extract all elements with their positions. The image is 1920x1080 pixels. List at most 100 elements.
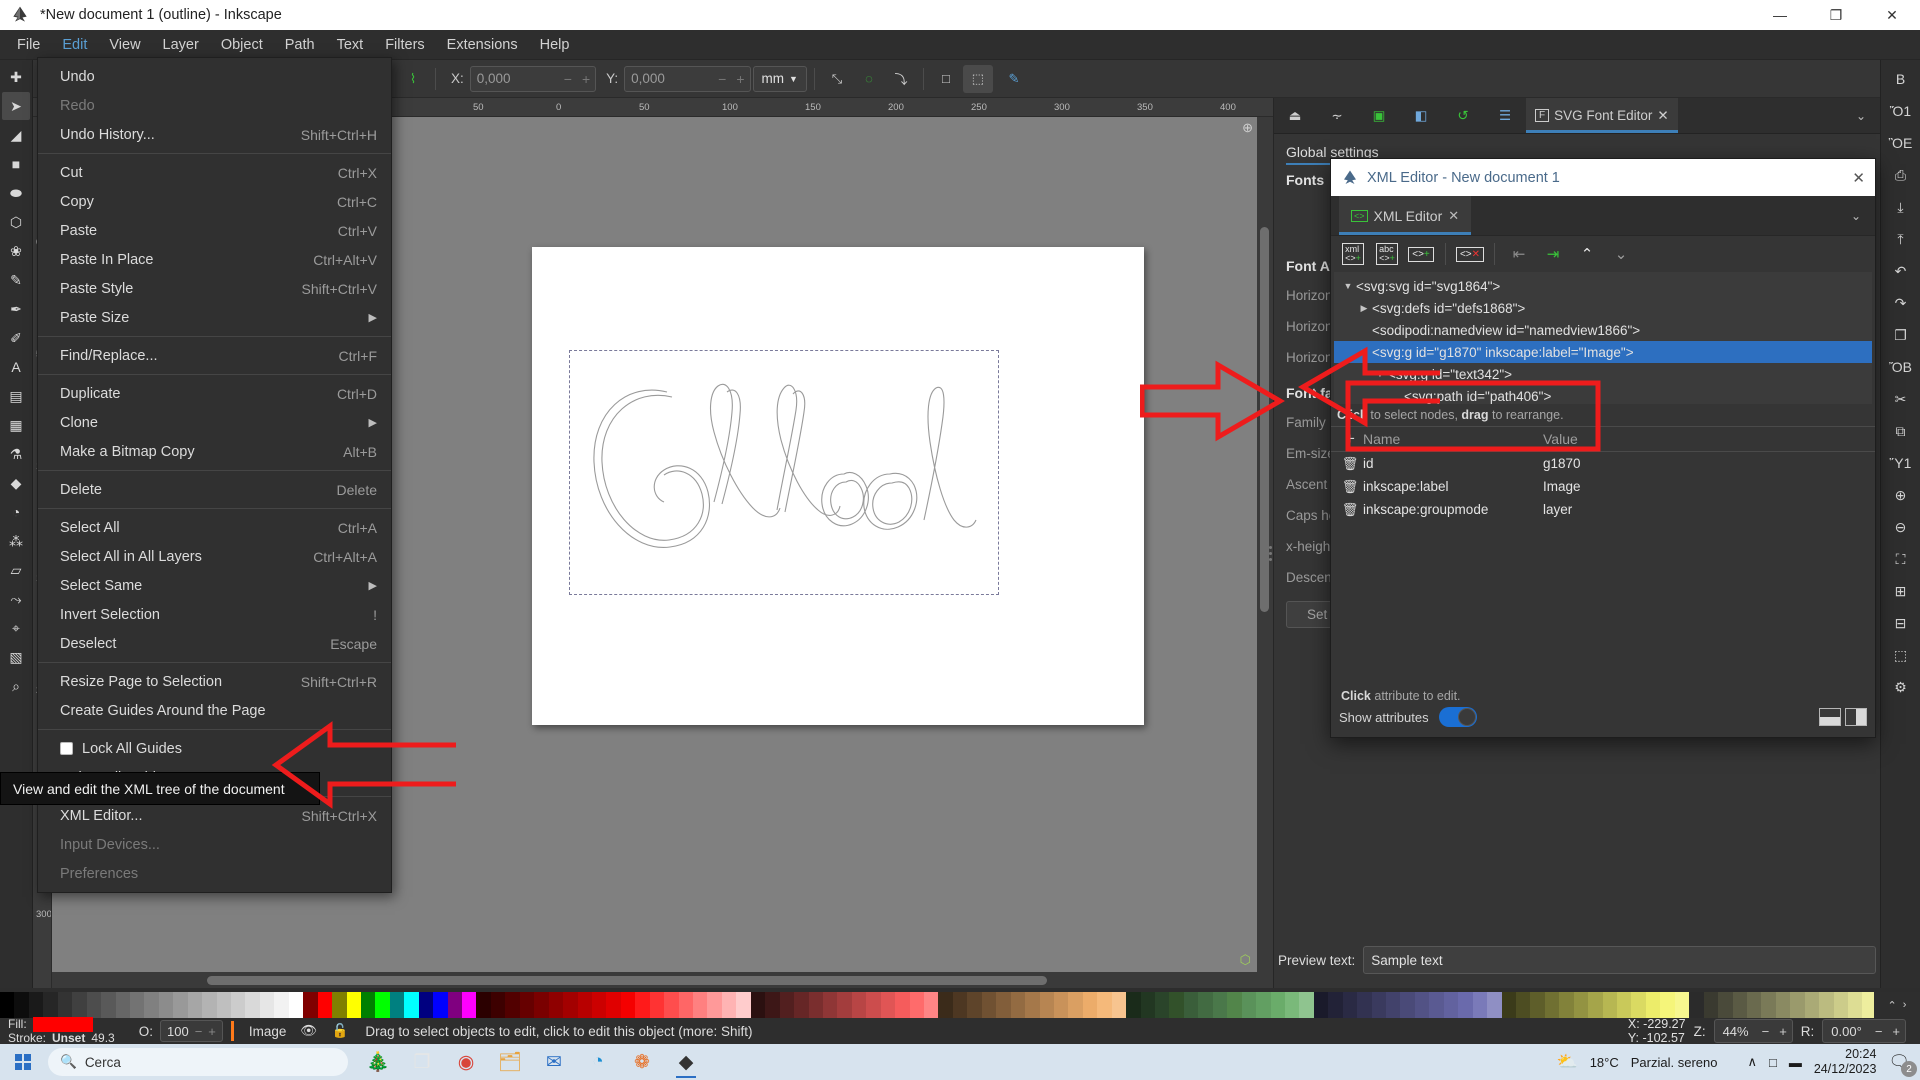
palette-swatch[interactable] xyxy=(1761,992,1775,1018)
palette-swatch[interactable] xyxy=(1429,992,1443,1018)
palette-swatch[interactable] xyxy=(1776,992,1790,1018)
tray-battery-icon[interactable]: ▬ xyxy=(1789,1055,1802,1070)
menu-item-paste-in-place[interactable]: Paste In Place Ctrl+Alt+V xyxy=(38,245,391,274)
menu-filters[interactable]: Filters xyxy=(374,33,435,57)
hello-artwork[interactable] xyxy=(572,352,997,592)
tool-rectangle[interactable]: ■ xyxy=(2,150,30,178)
attribute-row[interactable]: 🗑 inkscape:label Image xyxy=(1331,475,1875,498)
palette-swatch[interactable] xyxy=(1631,992,1645,1018)
xml-editor-dialog[interactable]: XML Editor - New document 1 ✕ <> XML Edi… xyxy=(1330,158,1876,738)
color-palette[interactable] xyxy=(0,992,1920,1018)
palette-swatch[interactable] xyxy=(1603,992,1617,1018)
tool-calligraphy[interactable]: ✐ xyxy=(2,324,30,352)
show-attributes-toggle[interactable] xyxy=(1439,707,1477,727)
tab-export[interactable]: ⏏ xyxy=(1274,98,1316,133)
tool-pencil[interactable]: ✎ xyxy=(2,266,30,294)
palette-swatch[interactable] xyxy=(433,992,447,1018)
menu-item-paste[interactable]: Paste Ctrl+V xyxy=(38,216,391,245)
palette-swatch[interactable] xyxy=(318,992,332,1018)
save-icon[interactable]: ὋE xyxy=(1886,128,1916,158)
palette-swatch[interactable] xyxy=(1169,992,1183,1018)
palette-swatch[interactable] xyxy=(29,992,43,1018)
open-folder-icon[interactable]: Ὄ1 xyxy=(1886,96,1916,126)
menu-item-input-devices[interactable]: Input Devices... xyxy=(38,830,391,859)
palette-swatch[interactable] xyxy=(635,992,649,1018)
close-icon[interactable]: ✕ xyxy=(1852,169,1865,187)
palette-swatch[interactable] xyxy=(1328,992,1342,1018)
tool-measure[interactable]: ⌖ xyxy=(2,614,30,642)
palette-swatch[interactable] xyxy=(1675,992,1689,1018)
menu-item-clone[interactable]: Clone ▶ xyxy=(38,408,391,437)
y-coordinate-spinner[interactable]: −+ xyxy=(624,66,750,92)
palette-swatch[interactable] xyxy=(1126,992,1140,1018)
zoom-out-icon[interactable]: ⊖ xyxy=(1886,512,1916,542)
menu-path[interactable]: Path xyxy=(274,33,326,57)
palette-swatch[interactable] xyxy=(1357,992,1371,1018)
taskbar-explorer-icon[interactable]: 🗂 xyxy=(490,1044,530,1080)
opacity-increment-icon[interactable]: + xyxy=(208,1024,216,1039)
tool-text[interactable]: A xyxy=(2,353,30,381)
ungroup-icon[interactable]: ⊟ xyxy=(1886,608,1916,638)
xml-tree-node[interactable]: <sodipodi:namedview id="namedview1866"> xyxy=(1334,319,1872,341)
palette-swatch[interactable] xyxy=(476,992,490,1018)
tool-selector[interactable]: ➤ xyxy=(2,92,30,120)
new-document-icon[interactable]: ὜B xyxy=(1886,64,1916,94)
menu-item-create-guides-around-the-page[interactable]: Create Guides Around the Page xyxy=(38,696,391,725)
zoom-out-icon[interactable]: − xyxy=(1757,1024,1775,1039)
zoom-page-icon[interactable]: ⛶ xyxy=(1886,544,1916,574)
palette-swatch[interactable] xyxy=(375,992,389,1018)
palette-swatch[interactable] xyxy=(1213,992,1227,1018)
zoom-value[interactable]: 44% xyxy=(1715,1024,1757,1039)
fill-swatch[interactable] xyxy=(33,1017,93,1032)
tool-3dbox[interactable]: ⬡ xyxy=(2,208,30,236)
taskbar-chrome-icon[interactable]: ◉ xyxy=(446,1044,486,1080)
palette-swatch[interactable] xyxy=(1704,992,1718,1018)
palette-swatch[interactable] xyxy=(1083,992,1097,1018)
copy-icon[interactable]: ❐ xyxy=(1886,320,1916,350)
canvas-horizontal-scrollbar[interactable] xyxy=(52,972,1257,988)
palette-swatch[interactable] xyxy=(910,992,924,1018)
tab-selectors[interactable]: ▣ xyxy=(1358,98,1400,133)
palette-swatch[interactable] xyxy=(419,992,433,1018)
tool-dropper[interactable]: ⚗ xyxy=(2,440,30,468)
menu-item-select-all[interactable]: Select All Ctrl+A xyxy=(38,513,391,542)
taskbar-clock[interactable]: 20:24 24/12/2023 xyxy=(1814,1047,1877,1077)
taskbar-inkscape-icon[interactable]: ◆ xyxy=(666,1044,706,1080)
zoom-control[interactable]: 44% − + xyxy=(1714,1019,1793,1043)
y-decrement-button[interactable]: − xyxy=(713,71,731,87)
palette-swatch[interactable] xyxy=(938,992,952,1018)
tool-spray[interactable]: ⁂ xyxy=(2,527,30,555)
delete-icon[interactable]: Ὕ1 xyxy=(1886,448,1916,478)
tool-paint-bucket[interactable]: ◆ xyxy=(2,469,30,497)
palette-swatch[interactable] xyxy=(72,992,86,1018)
duplicate-icon[interactable]: ⧉ xyxy=(1886,416,1916,446)
palette-swatch[interactable] xyxy=(1343,992,1357,1018)
palette-swatch[interactable] xyxy=(578,992,592,1018)
xml-tree-node[interactable]: ▶ <svg:defs id="defs1868"> xyxy=(1334,297,1872,319)
y-increment-button[interactable]: + xyxy=(731,71,749,87)
palette-swatch[interactable] xyxy=(1155,992,1169,1018)
tool-node-editor[interactable]: ◢ xyxy=(2,121,30,149)
weather-desc[interactable]: Parzial. sereno xyxy=(1631,1055,1718,1070)
palette-swatch[interactable] xyxy=(563,992,577,1018)
tool-eraser[interactable]: ▱ xyxy=(2,556,30,584)
node-snap-icon[interactable]: ✎ xyxy=(999,65,1029,93)
preview-text-input[interactable] xyxy=(1363,946,1876,974)
menu-object[interactable]: Object xyxy=(210,33,274,57)
palette-swatch[interactable] xyxy=(809,992,823,1018)
palette-swatch[interactable] xyxy=(881,992,895,1018)
tool-zoom[interactable]: ⌕ xyxy=(2,672,30,700)
palette-swatch[interactable] xyxy=(404,992,418,1018)
palette-swatch[interactable] xyxy=(520,992,534,1018)
palette-swatch[interactable] xyxy=(448,992,462,1018)
palette-swatch[interactable] xyxy=(144,992,158,1018)
palette-swatch[interactable] xyxy=(780,992,794,1018)
palette-swatch[interactable] xyxy=(1718,992,1732,1018)
palette-swatch[interactable] xyxy=(361,992,375,1018)
palette-swatch[interactable] xyxy=(1733,992,1747,1018)
palette-swatch[interactable] xyxy=(1112,992,1126,1018)
palette-swatch[interactable] xyxy=(1097,992,1111,1018)
tab-layers[interactable]: ☰ xyxy=(1484,98,1526,133)
palette-swatch[interactable] xyxy=(924,992,938,1018)
palette-swatch[interactable] xyxy=(1299,992,1313,1018)
